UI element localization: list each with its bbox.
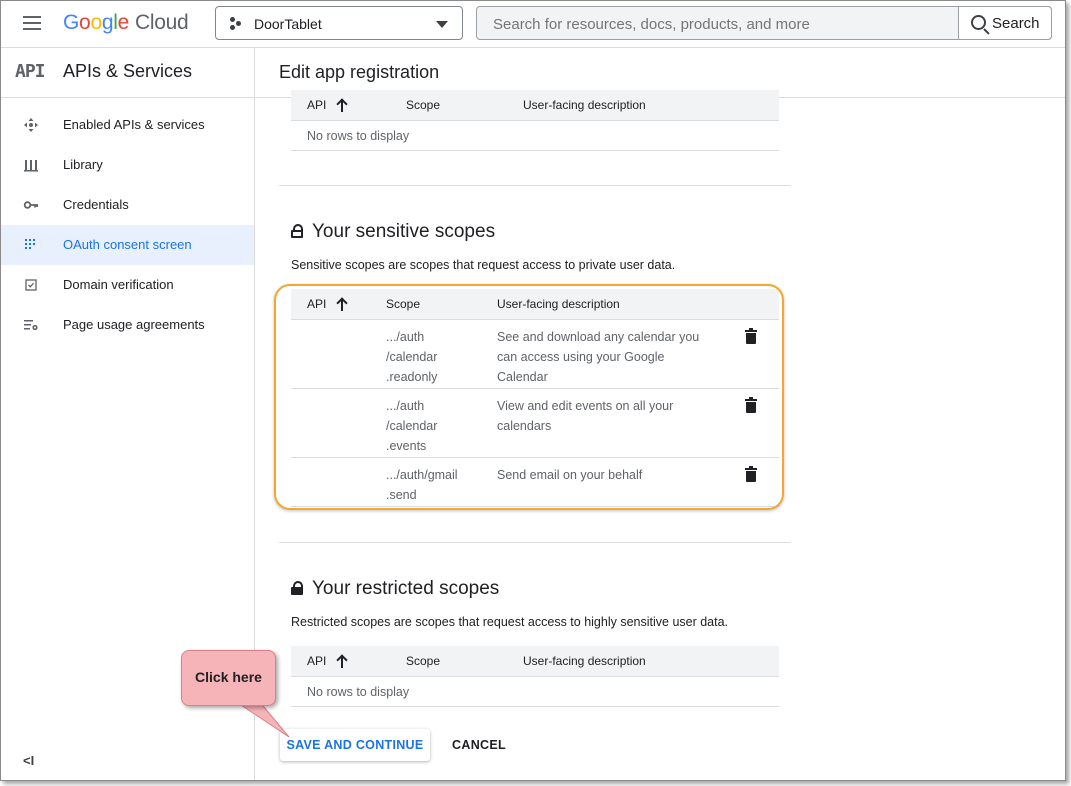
callout-text: Click here	[195, 669, 262, 685]
column-api[interactable]: API	[307, 297, 326, 311]
section-divider	[279, 542, 791, 543]
sensitive-scopes-title: Your sensitive scopes	[291, 221, 495, 243]
sidebar-item-enabled-apis[interactable]: Enabled APIs & services	[1, 105, 254, 145]
column-description: User-facing description	[523, 654, 646, 668]
library-icon	[23, 157, 39, 173]
column-description: User-facing description	[497, 297, 620, 311]
key-icon	[23, 197, 39, 213]
description-cell: Send email on your behalf	[497, 468, 643, 482]
project-name: DoorTablet	[254, 16, 322, 32]
sort-arrow-up-icon[interactable]	[337, 654, 347, 668]
project-icon	[230, 17, 244, 31]
sidebar-item-label: Credentials	[63, 197, 129, 212]
empty-row: No rows to display	[291, 677, 779, 707]
sidebar-item-label: Page usage agreements	[63, 317, 205, 332]
lock-outline-icon	[291, 224, 303, 238]
google-cloud-logo[interactable]: Google Cloud	[63, 11, 189, 35]
column-scope: Scope	[406, 654, 441, 668]
sidebar-item-label: Library	[63, 157, 103, 172]
callout-pointer	[234, 701, 290, 738]
search-button-label: Search	[992, 15, 1040, 32]
scope-cell: .../auth /calendar .events	[386, 399, 438, 453]
sidebar-item-label: Enabled APIs & services	[63, 117, 205, 132]
consent-icon	[23, 237, 39, 253]
empty-row: No rows to display	[291, 121, 779, 151]
search-bar: Search	[476, 6, 1052, 41]
delete-icon[interactable]	[745, 397, 757, 413]
non-sensitive-scopes-table: API Scope User-facing description No row…	[291, 90, 779, 151]
description-cell: See and download any calendar you can ac…	[497, 330, 700, 384]
checkbox-icon	[23, 277, 39, 293]
table-header: API Scope User-facing description	[291, 289, 779, 320]
menu-icon[interactable]	[23, 16, 41, 30]
move-icon	[23, 117, 39, 133]
empty-text: No rows to display	[307, 129, 410, 143]
sidebar-item-library[interactable]: Library	[1, 145, 254, 185]
delete-icon[interactable]	[745, 328, 757, 344]
restricted-scopes-title: Your restricted scopes	[291, 578, 499, 600]
table-header: API Scope User-facing description	[291, 646, 779, 677]
sidebar-item-oauth-consent[interactable]: OAuth consent screen	[1, 225, 254, 265]
save-and-continue-button[interactable]: SAVE AND CONTINUE	[280, 729, 430, 761]
table-row: .../auth /calendar .events View and edit…	[291, 389, 779, 458]
search-input[interactable]	[477, 7, 975, 41]
empty-text: No rows to display	[307, 685, 410, 699]
search-button[interactable]: Search	[958, 6, 1052, 40]
column-api[interactable]: API	[307, 654, 326, 668]
column-scope: Scope	[406, 98, 441, 112]
restricted-scopes-description: Restricted scopes are scopes that reques…	[291, 615, 729, 629]
project-selector[interactable]: DoorTablet	[215, 6, 463, 40]
section-divider	[279, 185, 791, 186]
callout-annotation: Click here	[181, 650, 276, 706]
scope-cell: .../auth /calendar .readonly	[386, 330, 438, 384]
sort-arrow-up-icon[interactable]	[337, 297, 347, 311]
collapse-sidebar-icon[interactable]: <I	[23, 753, 34, 768]
sidebar-item-domain-verification[interactable]: Domain verification	[1, 265, 254, 305]
column-scope: Scope	[386, 297, 421, 311]
settings-list-icon	[23, 317, 39, 333]
delete-icon[interactable]	[745, 466, 757, 482]
sidebar-header: API APIs & Services	[1, 47, 254, 98]
table-header: API Scope User-facing description	[291, 90, 779, 121]
restricted-scopes-table: API Scope User-facing description No row…	[291, 646, 779, 707]
column-api[interactable]: API	[307, 98, 326, 112]
window-frame: GoogleCloud DoorTablet Search API APIs &…	[0, 0, 1066, 781]
page-title: Edit app registration	[279, 62, 440, 82]
sort-arrow-up-icon[interactable]	[337, 98, 347, 112]
sensitive-scopes-table: API Scope User-facing description .../au…	[291, 289, 779, 507]
scope-cell: .../auth/gmail .send	[386, 468, 458, 502]
description-cell: View and edit events on all your calenda…	[497, 399, 674, 433]
cancel-button[interactable]: CANCEL	[441, 729, 517, 761]
top-bar: Google Cloud DoorTablet Search	[1, 1, 1065, 47]
sidebar-title: APIs & Services	[63, 61, 193, 81]
lock-icon	[291, 581, 303, 595]
sensitive-scopes-description: Sensitive scopes are scopes that request…	[291, 258, 676, 272]
table-row: .../auth/gmail .send Send email on your …	[291, 458, 779, 507]
sidebar-item-label: OAuth consent screen	[63, 237, 192, 252]
sidebar-item-credentials[interactable]: Credentials	[1, 185, 254, 225]
chevron-down-icon	[436, 21, 448, 28]
sidebar-item-page-usage[interactable]: Page usage agreements	[1, 305, 254, 345]
table-row: .../auth /calendar .readonly See and dow…	[291, 320, 779, 389]
search-icon	[971, 15, 986, 30]
sidebar-item-label: Domain verification	[63, 277, 174, 292]
api-logo-icon: API	[15, 61, 45, 82]
column-description: User-facing description	[523, 98, 646, 112]
